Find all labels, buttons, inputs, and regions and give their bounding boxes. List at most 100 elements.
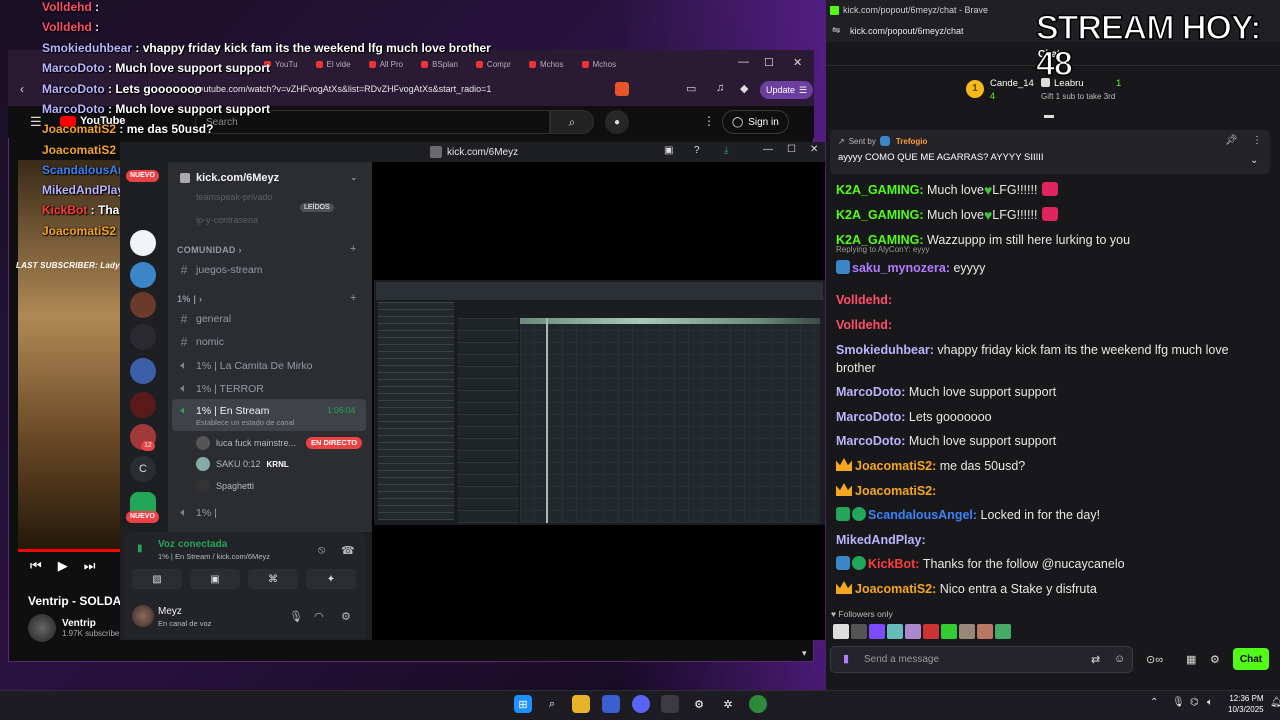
- noise-suppression-icon[interactable]: ⦸: [318, 544, 325, 557]
- leaderboard-name[interactable]: Leabru: [1041, 78, 1084, 89]
- chat-username[interactable]: Volldehd: [836, 318, 888, 332]
- chat-username[interactable]: JoacomatiS2: [855, 459, 932, 473]
- chevron-down-icon[interactable]: ▾: [802, 648, 807, 659]
- chevron-down-icon[interactable]: ⌄: [350, 172, 358, 183]
- activity-button[interactable]: ⌘: [248, 569, 298, 589]
- search-button[interactable]: ⌕: [550, 110, 594, 134]
- next-icon[interactable]: ⏭: [84, 558, 96, 574]
- send-message-placeholder[interactable]: Send a message: [864, 654, 939, 665]
- channel-en-stream[interactable]: 🔈︎ 1% | En Stream: [178, 403, 269, 418]
- maximize-icon[interactable]: ☐: [764, 56, 774, 69]
- previous-icon[interactable]: ⏮: [30, 558, 42, 574]
- browser-tab[interactable]: Compr: [470, 53, 517, 75]
- chat-message[interactable]: Replying to AlyConY: eyyy saku_mynozera: …: [836, 245, 1266, 277]
- leaderboard-name[interactable]: Cande_14: [990, 78, 1034, 89]
- voice-subtitle[interactable]: 1% | En Stream / kick.com/6Meyz: [158, 552, 270, 561]
- settings-icon[interactable]: ⚙: [1210, 653, 1220, 666]
- chat-username[interactable]: MarcoDoto: [836, 385, 901, 399]
- inbox-icon[interactable]: ▣: [664, 145, 673, 156]
- chat-username[interactable]: MarcoDoto: [836, 434, 901, 448]
- chat-message[interactable]: KickBot: Thanks for the follow @nucaycan…: [836, 555, 1266, 573]
- chat-message[interactable]: ScandalousAngel: Locked in for the day!: [836, 506, 1266, 524]
- chat-username[interactable]: MikedAndPlay: [836, 533, 921, 547]
- minimize-icon[interactable]: —: [763, 144, 773, 155]
- close-icon[interactable]: ✕: [793, 56, 802, 69]
- clock[interactable]: 12:36 PM 10/3/2025: [1228, 693, 1264, 715]
- browser-tab[interactable]: El vide: [310, 53, 357, 75]
- emote-icon[interactable]: [995, 624, 1011, 639]
- voice-member[interactable]: luca fuck mainstre...: [196, 436, 296, 450]
- emote-icon[interactable]: [833, 624, 849, 639]
- screen-share-button[interactable]: ▣: [190, 569, 240, 589]
- emote-icon[interactable]: [941, 624, 957, 639]
- emote-icon[interactable]: [959, 624, 975, 639]
- chat-send-button[interactable]: Chat: [1233, 648, 1269, 670]
- emote-icon[interactable]: [851, 624, 867, 639]
- network-icon[interactable]: ⌬: [1190, 697, 1199, 708]
- browser-tab[interactable]: Mchos: [576, 53, 623, 75]
- maximize-icon[interactable]: ☐: [787, 144, 796, 155]
- server-icon[interactable]: [130, 358, 156, 384]
- emote-icon[interactable]: [887, 624, 903, 639]
- play-icon[interactable]: ▶: [58, 558, 68, 574]
- extension-icon[interactable]: ◆: [740, 82, 748, 95]
- channel-last[interactable]: 🔈︎ 1% |: [178, 505, 216, 520]
- video-progress-bar[interactable]: [18, 549, 123, 552]
- chevron-down-icon[interactable]: ⌄: [1250, 155, 1258, 166]
- download-icon[interactable]: ⤓: [724, 145, 728, 156]
- more-icon[interactable]: ⋮: [1252, 135, 1262, 146]
- chat-message[interactable]: K2A_GAMING: Much love ♥ LFG!!!!!!: [836, 206, 1266, 224]
- server-icon[interactable]: [130, 392, 156, 418]
- server-icon[interactable]: [130, 292, 156, 318]
- chat-message[interactable]: JoacomatiS2: Nico entra a Stake y disfru…: [836, 580, 1266, 598]
- youtube-video-player[interactable]: [18, 160, 128, 550]
- obs-icon[interactable]: [661, 695, 679, 713]
- site-settings-icon[interactable]: ⇋: [832, 25, 840, 36]
- leaderboard-gift-note[interactable]: Gift 1 sub to take 3rd: [1041, 92, 1115, 101]
- chat-username[interactable]: K2A_GAMING: [836, 208, 919, 222]
- browser-tab[interactable]: BSplan: [415, 53, 464, 75]
- chat-message[interactable]: MikedAndPlay:: [836, 531, 1266, 549]
- channel-terror[interactable]: 🔈︎ 1% | TERROR: [178, 381, 264, 396]
- file-explorer-icon[interactable]: [572, 695, 590, 713]
- chat-username[interactable]: Volldehd: [836, 293, 888, 307]
- music-icon[interactable]: ♫: [716, 82, 724, 94]
- hidden-channel[interactable]: teamspeak-privado: [196, 192, 273, 202]
- channel-status[interactable]: Establece un estado de canal: [196, 418, 294, 427]
- server-name[interactable]: kick.com/6Meyz: [196, 172, 279, 184]
- channel-name[interactable]: Ventrip: [62, 618, 119, 629]
- minimize-icon[interactable]: —: [738, 56, 749, 68]
- close-icon[interactable]: ✕: [810, 144, 818, 155]
- browser-tab[interactable]: All Pro: [363, 53, 410, 75]
- chat-message[interactable]: Smokieduhbear: vhappy friday kick fam it…: [836, 341, 1266, 377]
- emote-icon[interactable]: [869, 624, 885, 639]
- chat-message[interactable]: JoacomatiS2: me das 50usd?: [836, 457, 1266, 475]
- settings-icon[interactable]: ⚙: [341, 610, 351, 623]
- chat-username[interactable]: saku_mynozera: [852, 261, 946, 275]
- server-icon[interactable]: [130, 324, 156, 350]
- channel-nomic[interactable]: # nomic: [178, 335, 224, 349]
- server-icon-letter[interactable]: C: [130, 456, 156, 482]
- unread-pill[interactable]: LEÍDOS: [300, 203, 334, 212]
- chat-username[interactable]: MarcoDoto: [836, 410, 901, 424]
- emote-menu-icon[interactable]: ⊙∞: [1146, 653, 1163, 666]
- youtube-url[interactable]: youtube.com/watch?v=vZHFvogAtXs&list=RDv…: [194, 84, 491, 94]
- camera-button[interactable]: ▧: [132, 569, 182, 589]
- xbox-icon[interactable]: [749, 695, 767, 713]
- mic-icon[interactable]: ▮: [843, 652, 849, 665]
- emote-icon[interactable]: [977, 624, 993, 639]
- help-icon[interactable]: ?: [694, 145, 700, 156]
- add-channel-icon[interactable]: +: [350, 243, 356, 255]
- channel-general[interactable]: # general: [178, 312, 231, 326]
- chat-message[interactable]: MarcoDoto: Much love support support: [836, 432, 1266, 450]
- mic-icon[interactable]: 🎙︎: [1172, 697, 1185, 708]
- channel-la-camita[interactable]: 🔈︎ 1% | La Camita De Mirko: [178, 358, 312, 373]
- signin-button[interactable]: ◯ Sign in: [722, 110, 789, 134]
- disconnect-icon[interactable]: ☎: [341, 544, 355, 557]
- cast-icon[interactable]: ▭: [686, 82, 696, 95]
- chat-message[interactable]: K2A_GAMING: Much love ♥ LFG!!!!!!: [836, 181, 1266, 199]
- hidden-channel[interactable]: ip-y-contrasena: [196, 215, 258, 225]
- voice-member[interactable]: SAKU 0:12 KRNL: [196, 457, 289, 471]
- brave-shield-icon[interactable]: [615, 82, 629, 96]
- chat-username[interactable]: ScandalousAngel: [868, 508, 973, 522]
